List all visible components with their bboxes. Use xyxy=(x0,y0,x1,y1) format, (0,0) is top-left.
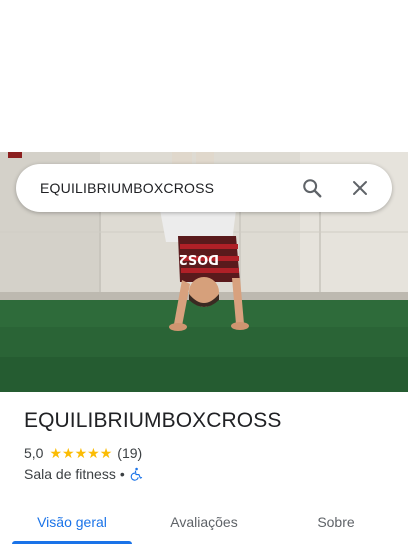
tab-overview-label: Visão geral xyxy=(37,514,107,530)
star-icon: ★ xyxy=(74,445,88,461)
map-area-blank xyxy=(0,0,408,152)
review-count[interactable]: (19) xyxy=(117,445,142,461)
star-icon: ★ xyxy=(62,445,75,461)
search-input[interactable]: EQUILIBRIUMBOXCROSS xyxy=(16,180,288,196)
tab-about-label: Sobre xyxy=(317,514,355,530)
close-icon xyxy=(353,181,367,195)
clear-search-button[interactable] xyxy=(336,164,392,212)
category-row: Sala de fitness • xyxy=(24,466,143,482)
tab-overview[interactable]: Visão geral xyxy=(0,500,144,544)
tab-reviews-label: Avaliações xyxy=(170,514,238,530)
search-icon xyxy=(303,179,322,198)
star-icon: ★ xyxy=(99,445,113,461)
tab-about[interactable]: Sobre xyxy=(264,500,408,544)
search-button[interactable] xyxy=(288,164,336,212)
tab-reviews[interactable]: Avaliações xyxy=(144,500,264,544)
separator-dot: • xyxy=(119,466,125,482)
star-rating: ★ ★ ★ ★ ★ xyxy=(49,446,112,460)
place-tabs: Visão geral Avaliações Sobre xyxy=(0,500,408,544)
star-icon: ★ xyxy=(49,445,63,461)
rating-value: 5,0 xyxy=(24,445,44,461)
place-info-panel: EQUILIBRIUMBOXCROSS 5,0 ★ ★ ★ ★ ★ (19) S… xyxy=(0,392,408,544)
search-bar[interactable]: EQUILIBRIUMBOXCROSS xyxy=(16,164,392,212)
place-title: EQUILIBRIUMBOXCROSS xyxy=(24,409,282,432)
place-category: Sala de fitness xyxy=(24,466,116,482)
shirt-text: DOS2 xyxy=(179,251,219,266)
star-icon: ★ xyxy=(87,445,100,461)
rating-row[interactable]: 5,0 ★ ★ ★ ★ ★ (19) xyxy=(24,445,142,461)
wheelchair-icon xyxy=(129,467,143,481)
